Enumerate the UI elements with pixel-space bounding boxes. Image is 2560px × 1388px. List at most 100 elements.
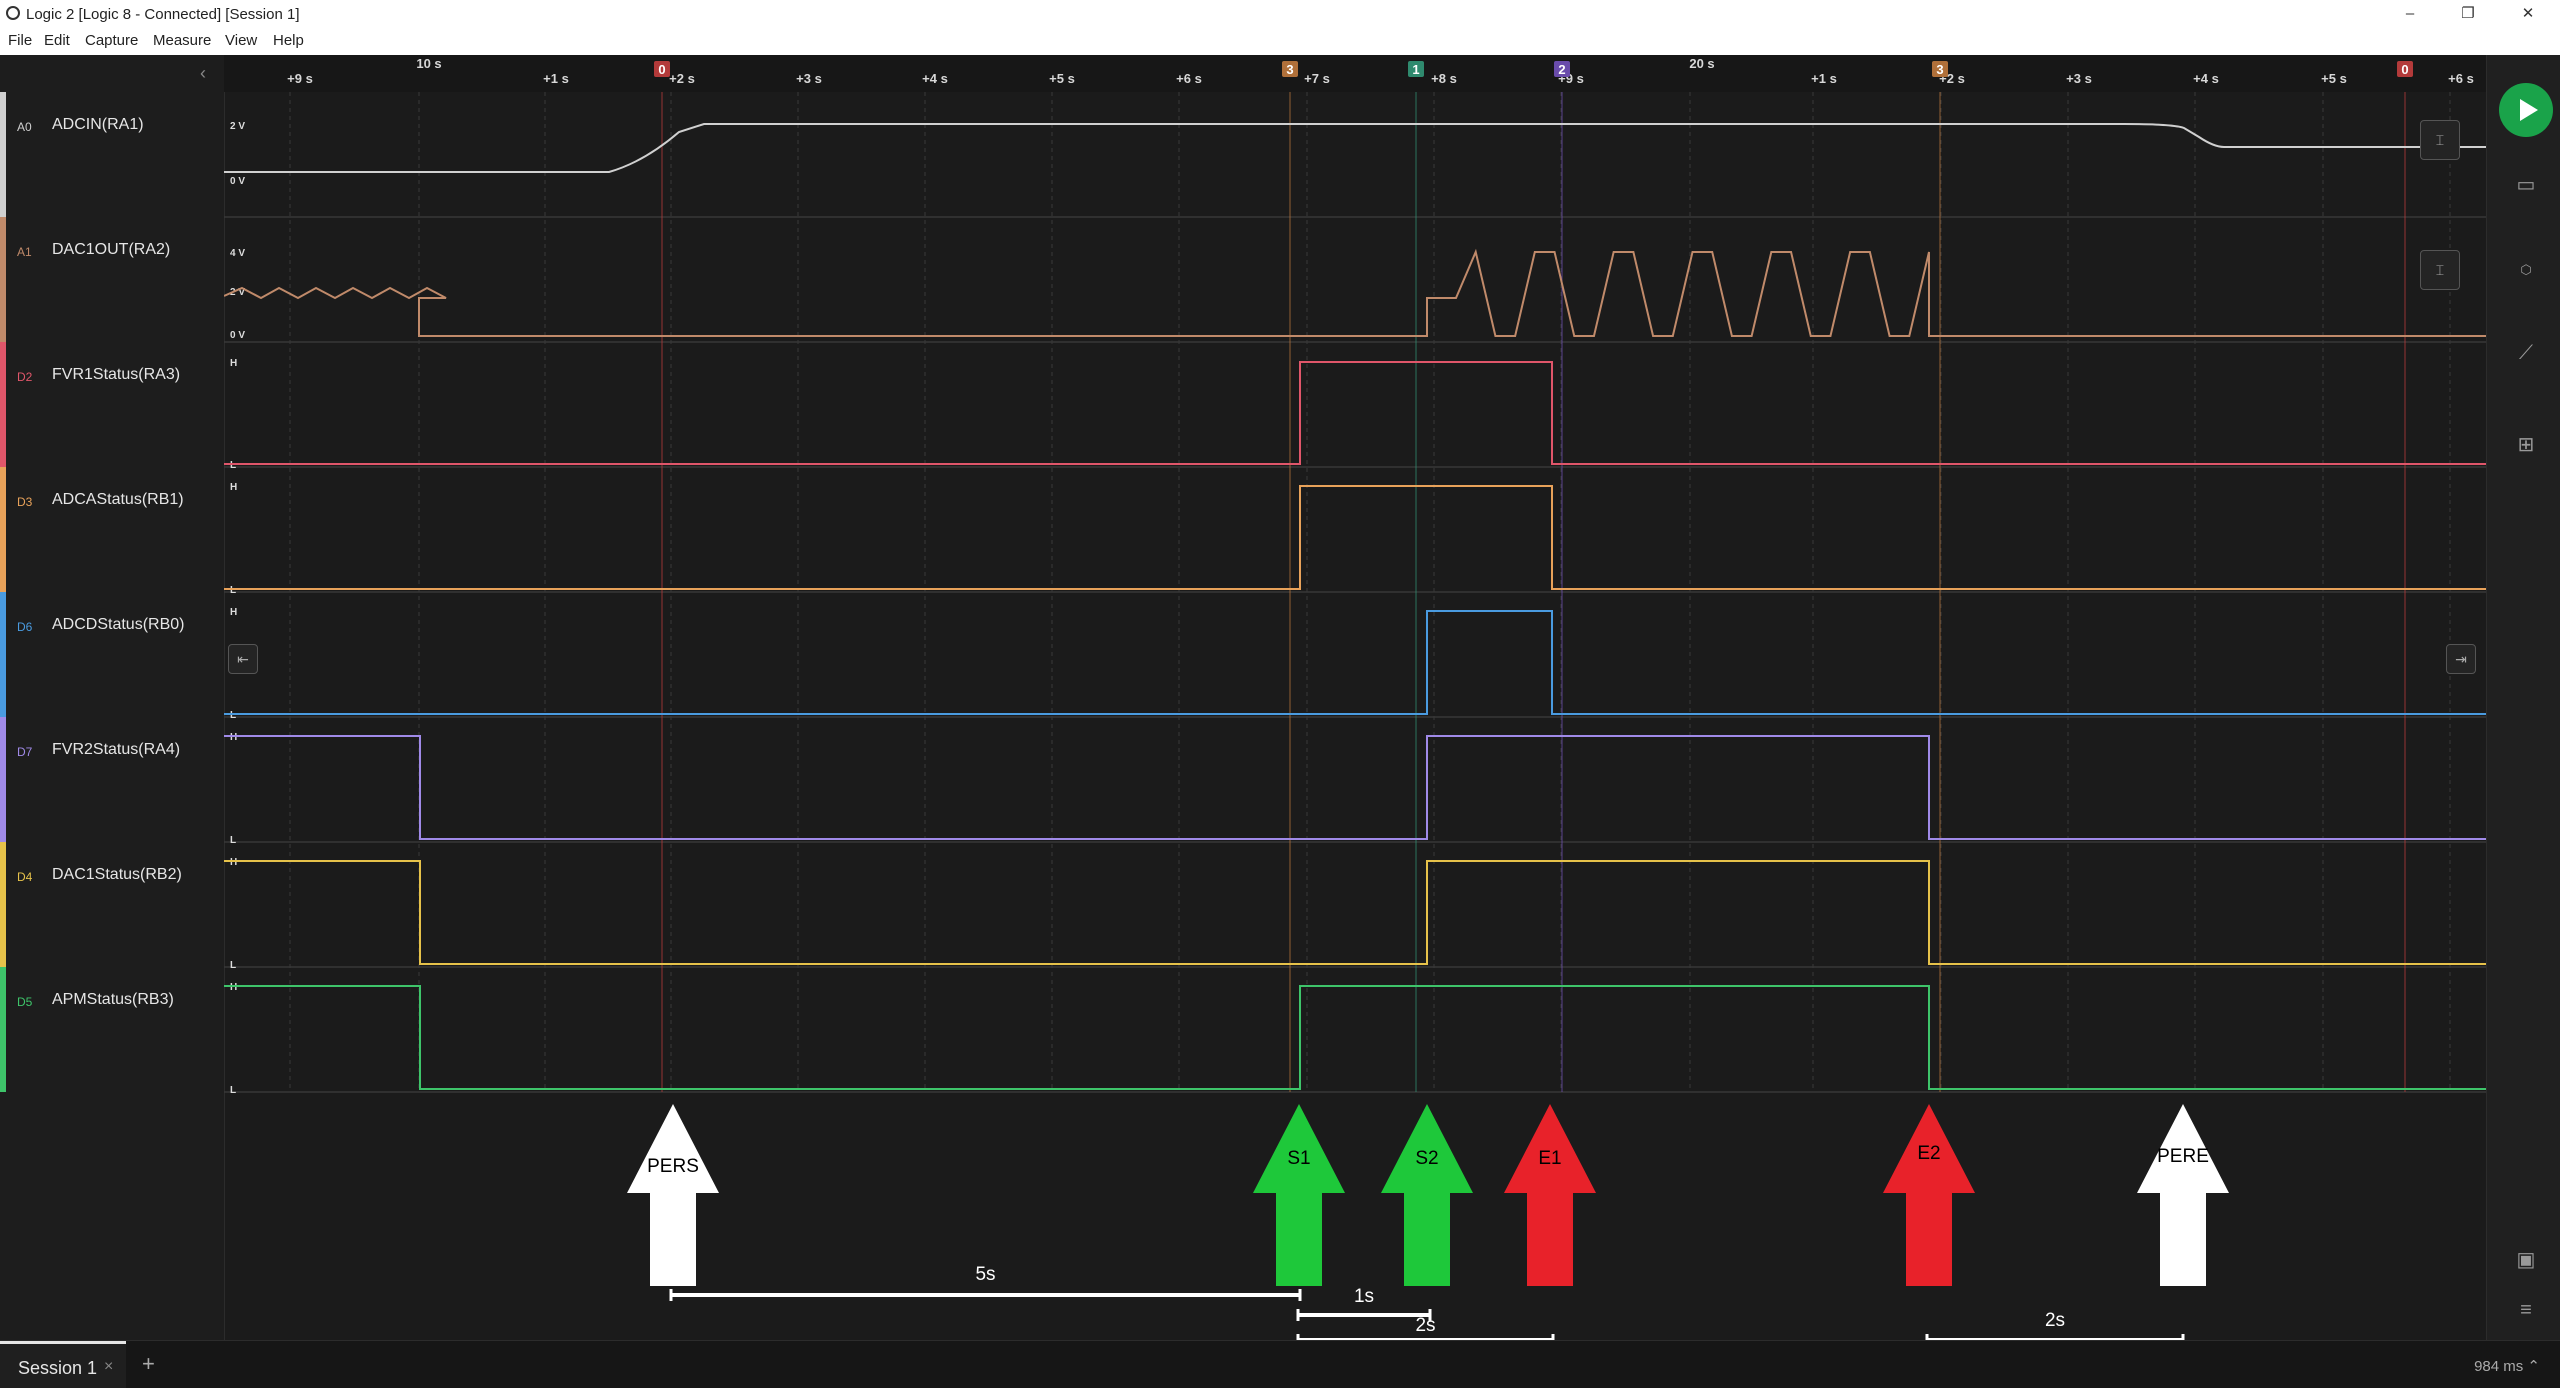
marker-number: 3	[1286, 62, 1293, 77]
channel-id: A1	[17, 245, 32, 259]
channel-name[interactable]: ADCAStatus(RB1)	[52, 491, 184, 509]
level-label: L	[230, 710, 236, 721]
level-label: L	[230, 835, 236, 846]
marker-number: 2	[1558, 62, 1565, 77]
timing-marker[interactable]: 2	[1554, 61, 1570, 77]
channel-color-strip	[0, 842, 6, 967]
analyzer-icon[interactable]: ⬡	[2511, 255, 2541, 285]
collapse-sidebar-icon[interactable]: ‹	[200, 63, 206, 84]
level-label: L	[230, 960, 236, 971]
elapsed-readout: 984 ms ⌃	[2474, 1358, 2540, 1375]
ruler-tick-label: +5 s	[2321, 71, 2347, 86]
timing-marker[interactable]: 3	[1932, 61, 1948, 77]
menu-file[interactable]: File	[8, 32, 32, 49]
channel-row-d3[interactable]: D3 ADCAStatus(RB1)	[0, 467, 224, 592]
adcd-waveform	[224, 610, 2486, 715]
ruler-tick-label: +7 s	[1304, 71, 1330, 86]
menu-bar: File Edit Capture Measure View Help	[0, 28, 2560, 55]
prev-edge-icon[interactable]: ⇤	[228, 644, 258, 674]
session-tab-label: Session 1	[18, 1358, 98, 1378]
restore-button[interactable]: ❐	[2448, 2, 2488, 26]
minimize-button[interactable]: –	[2390, 2, 2430, 26]
fvr2-waveform	[224, 735, 2486, 840]
ruler-tick-label: +4 s	[2193, 71, 2219, 86]
arrow-shape	[627, 1104, 719, 1286]
channel-row-d6[interactable]: D6 ADCDStatus(RB0)	[0, 592, 224, 717]
channel-row-a0[interactable]: A0 ADCIN(RA1)	[0, 92, 224, 217]
channel-color-strip	[0, 92, 6, 217]
channel-color-strip	[0, 467, 6, 592]
scale-icon[interactable]: ⌶	[2420, 250, 2460, 290]
waveform-area[interactable]: 2 V0 V4 V2 V0 VHLHLHLHLHLHLPERS S1 S2 E1 E2 P…	[224, 92, 2486, 1340]
menu-edit[interactable]: Edit	[44, 32, 70, 49]
arrow-label: E2	[1917, 1143, 1940, 1164]
timing-marker[interactable]: 0	[654, 61, 670, 77]
close-icon[interactable]: ×	[104, 1358, 113, 1376]
channel-name[interactable]: APMStatus(RB3)	[52, 991, 174, 1009]
next-edge-icon[interactable]: ⇥	[2446, 644, 2476, 674]
channel-name[interactable]: DAC1Status(RB2)	[52, 866, 182, 884]
close-button[interactable]: ✕	[2508, 2, 2548, 26]
annotation-arrow-pere: PERE	[2137, 1104, 2229, 1286]
timing-marker[interactable]: 1	[1408, 61, 1424, 77]
ruler-tick-label: +8 s	[1431, 71, 1457, 86]
span-label: 2s	[2045, 1310, 2065, 1331]
arrow-shape	[1253, 1104, 1345, 1286]
menu-measure[interactable]: Measure	[153, 32, 211, 49]
channel-id: D3	[17, 495, 33, 509]
span-bracket: 1s	[1296, 1286, 1432, 1321]
channel-row-d5[interactable]: D5 APMStatus(RB3)	[0, 967, 224, 1092]
scale-icon[interactable]: ⌶	[2420, 120, 2460, 160]
dac1status-waveform	[224, 860, 2486, 965]
menu-help[interactable]: Help	[273, 32, 304, 49]
channel-name[interactable]: ADCIN(RA1)	[52, 116, 144, 134]
channel-color-strip	[0, 717, 6, 842]
span-label: 5s	[975, 1264, 995, 1285]
level-label: H	[230, 732, 237, 743]
arrow-label: S1	[1287, 1148, 1310, 1169]
channel-id: D4	[17, 870, 33, 884]
level-label: H	[230, 482, 237, 493]
span-bracket: 2s	[1296, 1315, 1555, 1340]
extensions-icon[interactable]: ⊞	[2511, 430, 2541, 460]
channel-row-d4[interactable]: D4 DAC1Status(RB2)	[0, 842, 224, 967]
ruler-tick-label: +6 s	[1176, 71, 1202, 86]
level-label: H	[230, 982, 237, 993]
add-session-icon[interactable]: +	[142, 1351, 155, 1377]
channel-id: D6	[17, 620, 33, 634]
comment-icon[interactable]: ▣	[2511, 1245, 2541, 1275]
channel-list: ‹ A0 ADCIN(RA1) A1 DAC1OUT(RA2) D2 FVR1Status…	[0, 55, 225, 1340]
channel-name[interactable]: FVR2Status(RA4)	[52, 741, 180, 759]
timing-marker[interactable]: 3	[1282, 61, 1298, 77]
ruler-tick-label: +5 s	[1049, 71, 1075, 86]
session-tab[interactable]: Session 1 ×	[0, 1341, 126, 1388]
channel-row-d7[interactable]: D7 FVR2Status(RA4)	[0, 717, 224, 842]
session-bar: Session 1 × + 984 ms ⌃	[0, 1340, 2560, 1388]
ruler-tick-label: +6 s	[2448, 71, 2474, 86]
annotation-arrow-s1: S1	[1253, 1104, 1345, 1286]
channel-name[interactable]: FVR1Status(RA3)	[52, 366, 180, 384]
menu-capture[interactable]: Capture	[85, 32, 138, 49]
span-label: 2s	[1415, 1315, 1435, 1336]
channel-row-d2[interactable]: D2 FVR1Status(RA3)	[0, 342, 224, 467]
annotation-arrow-s2: S2	[1381, 1104, 1473, 1286]
channel-row-a1[interactable]: A1 DAC1OUT(RA2)	[0, 217, 224, 342]
arrow-shape	[2137, 1104, 2229, 1286]
play-icon[interactable]	[2499, 83, 2553, 137]
annotation-arrow-e2: E2	[1883, 1104, 1975, 1286]
timing-marker[interactable]: 0	[2397, 61, 2413, 77]
span-bracket: 2s	[1925, 1310, 2185, 1340]
device-icon[interactable]: ▭	[2511, 170, 2541, 200]
marker-number: 0	[658, 62, 665, 77]
ruler-tick-label: +1 s	[1811, 71, 1837, 86]
level-label: L	[230, 460, 236, 471]
marker-number: 1	[1412, 62, 1419, 77]
menu-view[interactable]: View	[225, 32, 257, 49]
measure-icon[interactable]: ⟋	[2511, 338, 2541, 368]
channel-name[interactable]: DAC1OUT(RA2)	[52, 241, 170, 259]
channel-color-strip	[0, 967, 6, 1092]
menu-icon[interactable]: ≡	[2511, 1295, 2541, 1325]
channel-name[interactable]: ADCDStatus(RB0)	[52, 616, 184, 634]
time-ruler[interactable]: +9 s 10 s +1 s +2 s +3 s +4 s +5 s +6 s +7 s +8 s…	[224, 55, 2486, 92]
level-label: L	[230, 585, 236, 596]
